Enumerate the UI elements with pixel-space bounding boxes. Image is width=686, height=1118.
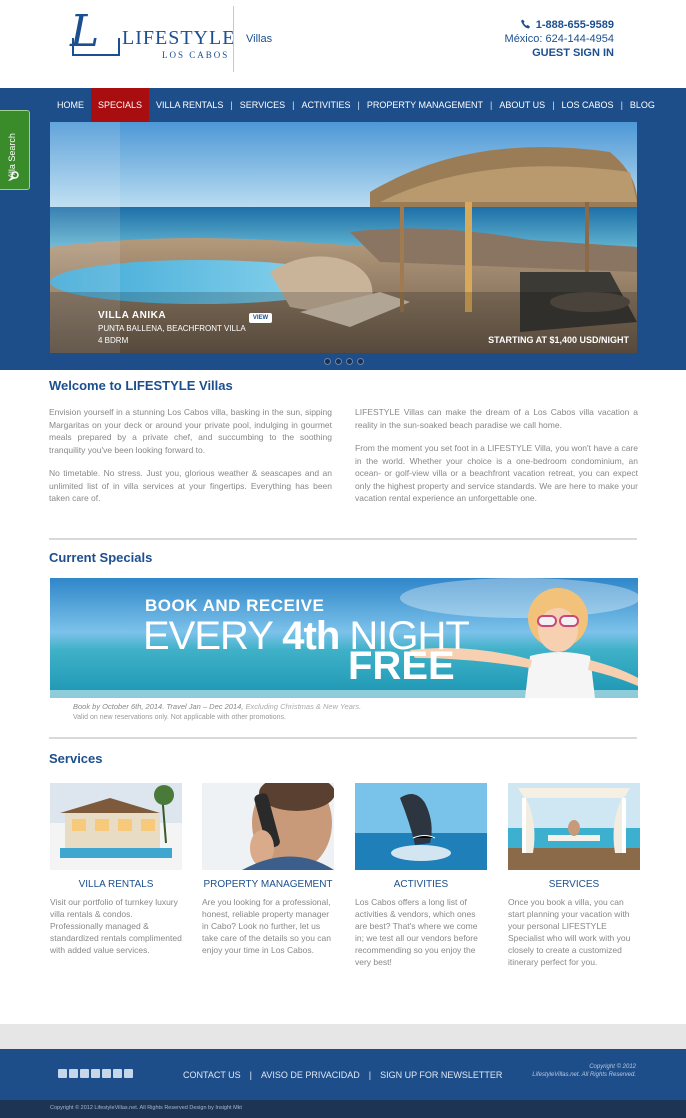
property-management-link[interactable]: PROPERTY MANAGEMENT [202, 879, 334, 890]
footer-newsletter[interactable]: SIGN UP FOR NEWSLETTER [380, 1070, 502, 1080]
logo[interactable]: L LIFESTYLE LOS CABOS [70, 10, 234, 61]
specials-terms: Book by October 6th, 2014. Travel Jan – … [73, 702, 361, 711]
services-heading: Services [49, 751, 103, 766]
specials-terms-exclusion: Excluding Christmas & New Years. [243, 702, 362, 711]
footer-separator: | [368, 1070, 372, 1080]
social-icons [58, 1069, 133, 1078]
welcome-paragraph: No timetable. No stress. Just you, glori… [49, 468, 332, 503]
nav-about-us[interactable]: ABOUT US [492, 88, 552, 122]
slider-dot[interactable] [335, 358, 342, 365]
phone-icon [520, 19, 530, 29]
villa-rentals-text: Visit our portfolio of turnkey luxury vi… [50, 897, 182, 955]
service-card-activities: ACTIVITIES Los Cabos offers a long list … [355, 783, 487, 968]
phone-number[interactable]: 1-888-655-9589 [536, 19, 614, 31]
banner-line-3: FREE [348, 644, 455, 688]
section-divider [49, 538, 637, 540]
villa-rentals-link[interactable]: VILLA RENTALS [50, 879, 182, 890]
pinterest-icon[interactable] [80, 1069, 89, 1078]
linkedin-icon[interactable] [113, 1069, 122, 1078]
nav-specials[interactable]: SPECIALS [91, 88, 150, 122]
facebook-icon[interactable] [69, 1069, 78, 1078]
logo-wordmark: LIFESTYLE [122, 27, 236, 49]
nav-activities[interactable]: ACTIVITIES [294, 88, 357, 122]
nav-property-management[interactable]: PROPERTY MANAGEMENT [360, 88, 490, 122]
email-icon[interactable] [124, 1069, 133, 1078]
nav-blog[interactable]: BLOG [623, 88, 662, 122]
service-card-villa-rentals: VILLA RENTALS Visit our portfolio of tur… [50, 783, 182, 956]
banner-line-1: BOOK AND RECEIVE [145, 596, 325, 615]
services-link[interactable]: SERVICES [508, 879, 640, 890]
slider-dots [324, 358, 364, 365]
footer-bottom-text: Copyright © 2012 LifestyleVillas.net. Al… [50, 1105, 242, 1111]
youtube-icon[interactable] [91, 1069, 100, 1078]
footer-contact-us[interactable]: CONTACT US [183, 1070, 241, 1080]
specials-terms-main: Book by October 6th, 2014. Travel Jan – … [73, 702, 244, 711]
banner-4th: 4th [282, 614, 340, 658]
welcome-left-column: Envision yourself in a stunning Los Cabo… [49, 406, 332, 516]
contact-block: 1-888-655-9589 México: 624-144-4954 GUES… [505, 18, 614, 60]
nav-villa-rentals[interactable]: VILLA RENTALS [149, 88, 230, 122]
hero-view-button[interactable]: VIEW [249, 313, 272, 323]
slider-dot[interactable] [346, 358, 353, 365]
section-label: Villas [246, 33, 273, 45]
hero-villa-bedrooms: 4 BDRM [98, 336, 129, 345]
footer-bottom-bar: Copyright © 2012 LifestyleVillas.net. Al… [0, 1100, 686, 1118]
services-image[interactable] [508, 783, 640, 870]
property-management-image[interactable] [202, 783, 334, 870]
footer-copyright-line-2: LifestyleVillas.net. All Rights Reserved… [532, 1072, 636, 1078]
welcome-paragraph: From the moment you set foot in a LIFEST… [355, 443, 638, 503]
twitter-icon[interactable] [58, 1069, 67, 1078]
activities-text: Los Cabos offers a long list of activiti… [355, 897, 478, 967]
nav-los-cabos[interactable]: LOS CABOS [555, 88, 621, 122]
hero-slider[interactable]: VILLA ANIKA PUNTA BALLENA, BEACHFRONT VI… [50, 122, 637, 353]
footer-copyright: Copyright © 2012 LifestyleVillas.net. Al… [532, 1063, 636, 1079]
hero-villa-subtitle: PUNTA BALLENA, BEACHFRONT VILLA [98, 324, 246, 333]
villa-search-tab[interactable]: Villa Search [0, 110, 30, 190]
hero-villa-title: VILLA ANIKA [98, 310, 167, 321]
villa-search-label: Villa Search [7, 133, 17, 181]
banner-every: EVERY [143, 614, 283, 658]
hero-price: STARTING AT $1,400 USD/NIGHT [488, 335, 629, 345]
specials-banner[interactable]: BOOK AND RECEIVE EVERY 4th NIGHT FREE [50, 578, 638, 698]
mexico-phone[interactable]: México: 624-144-4954 [505, 32, 614, 46]
property-management-text: Are you looking for a professional, hone… [202, 897, 331, 955]
footer-links: CONTACT US | AVISO DE PRIVACIDAD | SIGN UP F… [183, 1070, 502, 1080]
nav-services[interactable]: SERVICES [233, 88, 292, 122]
specials-heading: Current Specials [49, 550, 153, 565]
activities-image[interactable] [355, 783, 487, 870]
header-divider [233, 6, 234, 72]
specials-validity: Valid on new reservations only. Not appl… [73, 714, 286, 721]
services-text: Once you book a villa, you can start pla… [508, 897, 631, 967]
welcome-paragraph: LIFESTYLE Villas can make the dream of a… [355, 407, 638, 430]
nav-home[interactable]: HOME [50, 88, 91, 122]
logo-subtitle: LOS CABOS [162, 50, 230, 60]
villa-rentals-image[interactable] [50, 783, 182, 870]
service-card-services: SERVICES Once you book a villa, you can … [508, 783, 640, 968]
logo-frame [72, 38, 120, 56]
footer-privacy[interactable]: AVISO DE PRIVACIDAD [261, 1070, 360, 1080]
footer-copyright-line-1: Copyright © 2012 [589, 1064, 636, 1070]
slider-dot[interactable] [324, 358, 331, 365]
guest-sign-in-link[interactable]: GUEST SIGN IN [505, 46, 614, 60]
welcome-heading: Welcome to LIFESTYLE Villas [49, 378, 233, 393]
main-nav: HOME SPECIALS VILLA RENTALS | SERVICES |… [50, 88, 662, 122]
welcome-right-column: LIFESTYLE Villas can make the dream of a… [355, 406, 638, 516]
site-header: L LIFESTYLE LOS CABOS Villas 1-888-655-9… [0, 0, 686, 88]
welcome-paragraph: Envision yourself in a stunning Los Cabo… [49, 407, 332, 455]
footer-separator: | [249, 1070, 253, 1080]
footer-spacer [0, 1024, 686, 1049]
instagram-icon[interactable] [102, 1069, 111, 1078]
section-divider [49, 737, 637, 739]
service-card-property-management: PROPERTY MANAGEMENT Are you looking for … [202, 783, 334, 956]
slider-dot[interactable] [357, 358, 364, 365]
phone-row: 1-888-655-9589 [505, 18, 614, 32]
activities-link[interactable]: ACTIVITIES [355, 879, 487, 890]
